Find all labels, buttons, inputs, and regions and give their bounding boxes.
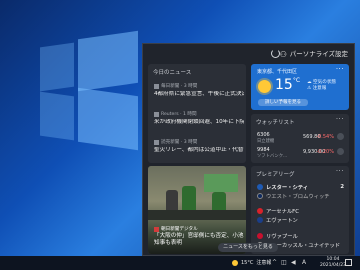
news-card[interactable]: 今日のニュース 毎日新聞 · 3 時間 4都府県に緊急宣言、午後に正式決定 Re… — [148, 64, 246, 163]
premier-league-card[interactable]: プレミアリーグ ··· レスター・シティ 2 ウエスト・ブロムウィッチ アーセナル… — [251, 166, 349, 254]
team-row[interactable]: リヴァプール — [257, 232, 344, 240]
weather-more-icon[interactable]: ··· — [336, 65, 344, 73]
taskbar-temp: 15°C — [241, 260, 254, 266]
watchlist-more-icon[interactable]: ··· — [336, 115, 344, 123]
windows-logo-pane — [78, 30, 138, 92]
team-badge-icon — [257, 217, 263, 223]
ime-icon[interactable]: A — [302, 256, 306, 270]
sunny-icon — [232, 260, 238, 266]
publisher-logo-icon — [154, 83, 159, 89]
network-icon[interactable]: ◫ — [281, 256, 287, 270]
weather-card[interactable]: 東京都、千代田区 ··· 15°C ☁ 空気の状態 ⚠ 注意報 詳しい予報を見る — [251, 64, 349, 110]
stock-name: 日立建機 — [257, 139, 275, 144]
stock-menu-icon[interactable] — [337, 148, 344, 155]
weather-location: 東京都、千代田区 — [257, 69, 298, 75]
windows-logo-pane — [40, 42, 74, 92]
team-row[interactable]: ウエスト・ブロムウィッチ — [257, 192, 344, 200]
show-hidden-icons-icon[interactable]: ^ — [272, 256, 277, 270]
team-badge-icon — [257, 208, 263, 214]
news-title: 4都府県に緊急宣言、午後に正式決定 — [154, 91, 244, 97]
see-more-news-button[interactable]: ニュースをもっと見る — [218, 243, 278, 252]
sunny-icon — [258, 80, 271, 93]
news-title: 米が政府機関閉鎖回避、10年に下院 — [154, 119, 244, 125]
watchlist-label: ウォッチリスト — [256, 120, 295, 126]
windows-logo-pane — [40, 91, 74, 141]
team-row[interactable]: レスター・シティ 2 — [257, 183, 344, 191]
news-source: Reuters · 1 時間 — [154, 111, 244, 117]
watchlist-card[interactable]: ウォッチリスト ··· 6306 日立建機 569.80 -0.54% 9984… — [251, 114, 349, 163]
stock-row[interactable]: 9984 ソフトバンク... 9,930.00 -0.20% — [257, 147, 344, 159]
refresh-icon[interactable] — [271, 49, 280, 58]
weather-alerts: ☁ 空気の状態 ⚠ 注意報 — [307, 80, 337, 91]
taskbar-weather-button[interactable]: 15°C 注意報 — [232, 256, 271, 270]
team-badge-icon — [257, 193, 263, 199]
team-badge-icon — [257, 233, 263, 239]
volume-icon[interactable]: ◀ — [291, 256, 296, 270]
league-more-icon[interactable]: ··· — [336, 167, 344, 175]
taskbar-clock[interactable]: 10:04 2021/04/23 — [320, 257, 346, 269]
stock-name: ソフトバンク... — [257, 154, 288, 159]
weather-forecast-link[interactable]: 詳しい予報を見る — [258, 99, 308, 106]
personalize-button[interactable]: ⚇ パーソナライズ設定 — [280, 48, 348, 60]
publisher-logo-icon — [154, 226, 159, 232]
taskbar-weather-note: 注意報 — [256, 260, 272, 266]
photo-screen — [204, 174, 238, 192]
weather-temperature: 15°C — [275, 77, 301, 93]
news-item[interactable]: 毎日新聞 · 3 時間 4都府県に緊急宣言、午後に正式決定 — [154, 83, 244, 98]
publisher-logo-icon — [154, 111, 159, 117]
panel-header: ⚇ パーソナライズ設定 — [143, 44, 354, 64]
news-source: 朝日新聞デジタル — [154, 226, 198, 232]
taskbar: 15°C 注意報 ^ ◫ ◀ A 10:04 2021/04/23 — [0, 256, 360, 270]
team-row[interactable]: エヴァートン — [257, 216, 344, 224]
news-source: 読売新聞 · 3 時間 — [154, 139, 244, 145]
stock-change: -0.54% — [316, 134, 334, 140]
news-title: 聖火リレー、都内は公道中止・代替 — [154, 147, 244, 153]
stock-menu-icon[interactable] — [337, 133, 344, 140]
team-row[interactable]: アーセナルFC — [257, 207, 344, 215]
image-news-card[interactable]: 朝日新聞デジタル 「大阪の仲」官邸側にも否定、小池知事も表明 — [148, 166, 246, 254]
person-icon: ⚇ — [279, 50, 287, 59]
photo-desk — [148, 210, 246, 220]
photo-person — [182, 186, 196, 212]
stock-change: -0.20% — [316, 149, 334, 155]
league-label: プレミアリーグ — [256, 172, 295, 178]
stock-row[interactable]: 6306 日立建機 569.80 -0.54% — [257, 132, 344, 144]
photo-person — [166, 190, 178, 212]
team-badge-icon — [257, 184, 263, 190]
clock-date: 2021/04/23 — [320, 263, 346, 268]
publisher-logo-icon — [154, 139, 159, 145]
team-score: 2 — [340, 184, 344, 190]
personalize-label: パーソナライズ設定 — [289, 50, 348, 58]
windows-logo-pane — [78, 87, 138, 151]
news-source: 毎日新聞 · 3 時間 — [154, 83, 244, 89]
news-card-label: 今日のニュース — [153, 70, 192, 76]
news-item[interactable]: Reuters · 1 時間 米が政府機関閉鎖回避、10年に下院 — [154, 111, 244, 126]
notifications-icon[interactable] — [345, 259, 352, 266]
news-item[interactable]: 読売新聞 · 3 時間 聖火リレー、都内は公道中止・代替 — [154, 139, 244, 154]
